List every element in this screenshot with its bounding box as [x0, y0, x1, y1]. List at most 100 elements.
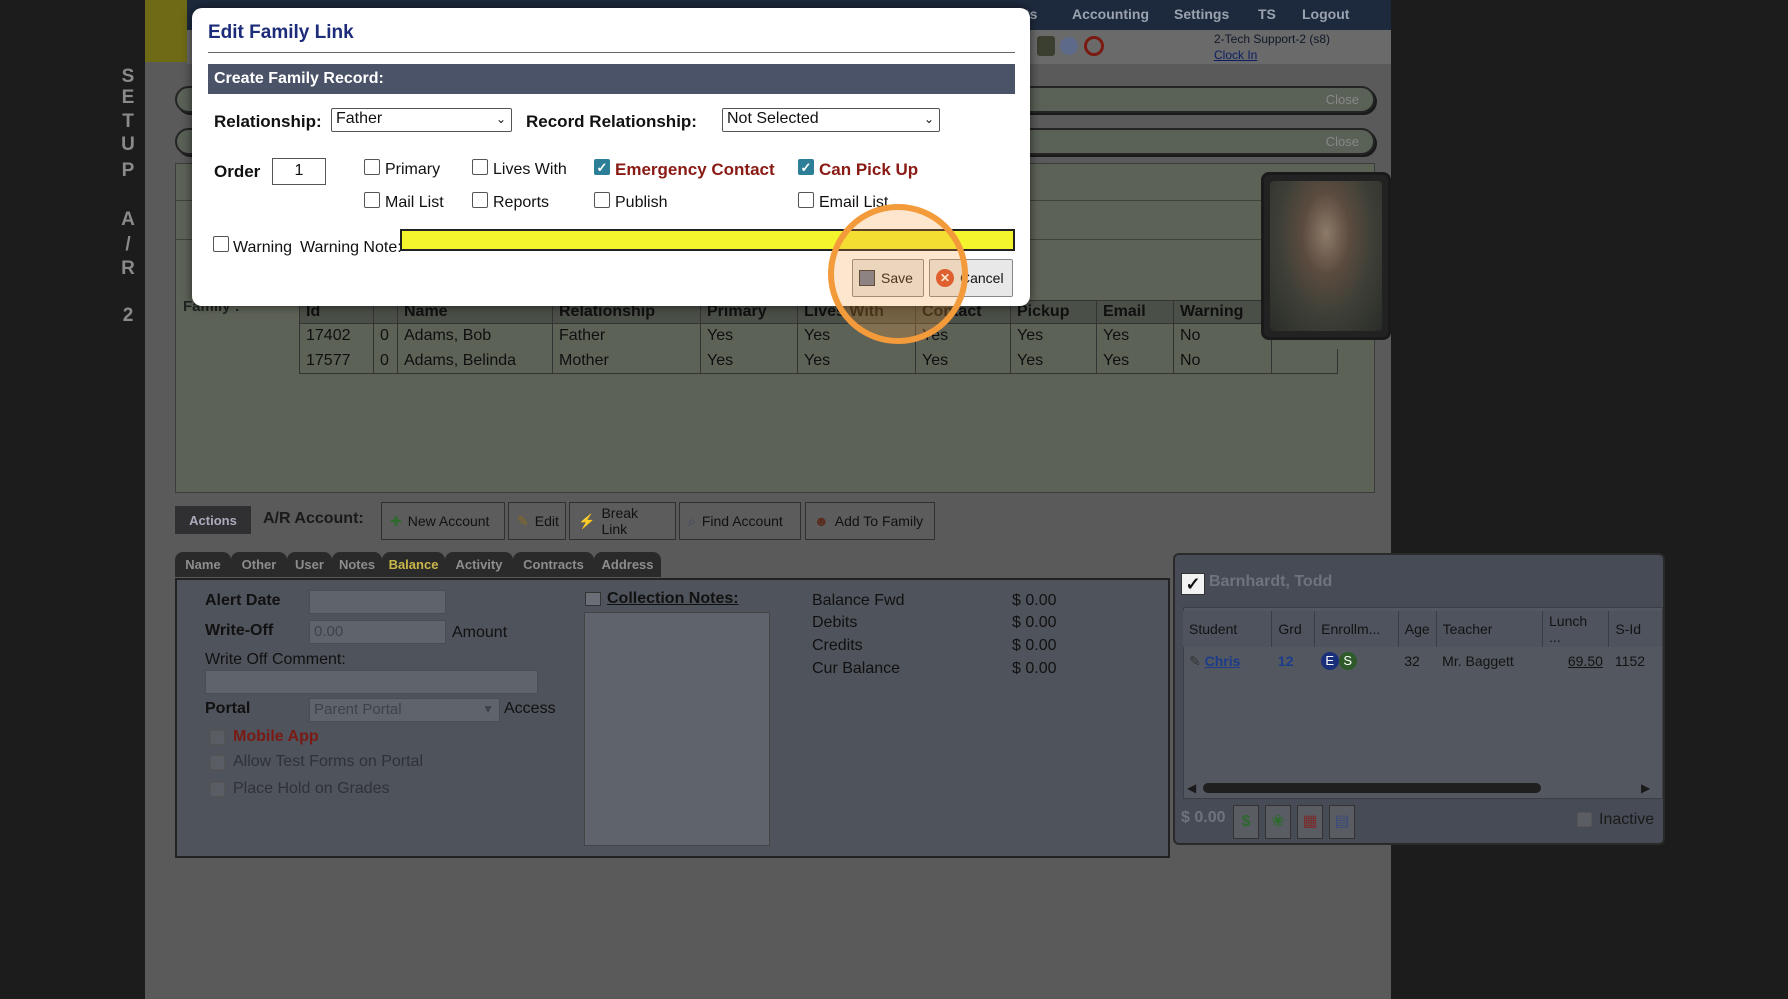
- cell-order: 0: [373, 348, 398, 374]
- collection-notes-link[interactable]: Collection Notes:: [607, 590, 739, 608]
- close-link[interactable]: Close: [1326, 92, 1359, 107]
- find-account-button[interactable]: ⌕ Find Account: [679, 502, 801, 540]
- record-relationship-value: Not Selected: [727, 110, 819, 127]
- tab-activity[interactable]: Activity: [445, 552, 513, 577]
- collection-notes-textarea[interactable]: [584, 612, 770, 846]
- tab-user[interactable]: User: [287, 552, 332, 577]
- new-account-button[interactable]: ✚ New Account: [381, 502, 505, 540]
- help-icon[interactable]: [1060, 37, 1078, 55]
- family-icon: ☻: [814, 513, 829, 529]
- vertical-letter: T: [122, 111, 134, 132]
- section-header: Create Family Record:: [208, 64, 1015, 94]
- table-row[interactable]: 17577 0 Adams, Belinda Mother Yes Yes Ye…: [299, 348, 1338, 374]
- col-grade[interactable]: Grd: [1271, 611, 1316, 647]
- table-row[interactable]: 17402 0 Adams, Bob Father Yes Yes Yes Ye…: [299, 323, 1338, 349]
- place-hold-checkbox[interactable]: [210, 782, 225, 797]
- edit-button[interactable]: ✎ Edit: [508, 502, 566, 540]
- check-icon[interactable]: ✓: [1181, 573, 1205, 595]
- add-to-family-button[interactable]: ☻ Add To Family: [805, 502, 935, 540]
- magnifier-icon: ⌕: [688, 512, 696, 529]
- actions-button[interactable]: Actions: [175, 506, 251, 534]
- cell-primary: Yes: [700, 348, 798, 374]
- email-list-checkbox[interactable]: [798, 192, 814, 208]
- nav-ts[interactable]: TS: [1258, 6, 1276, 22]
- can-pick-up-checkbox[interactable]: ✓: [798, 159, 814, 175]
- scroll-right-icon[interactable]: ▶: [1641, 781, 1650, 795]
- col-email[interactable]: Email: [1096, 300, 1174, 324]
- reports-label: Reports: [493, 194, 550, 211]
- calendar-icon[interactable]: ▦: [1297, 805, 1323, 839]
- mobile-app-label: Mobile App: [233, 728, 319, 745]
- col-teacher[interactable]: Teacher: [1436, 611, 1544, 647]
- scroll-left-icon[interactable]: ◀: [1187, 781, 1196, 795]
- mobile-app-checkbox[interactable]: [210, 730, 225, 745]
- student-table: Student Grd Enrollm... Age Teacher Lunch…: [1183, 611, 1663, 675]
- relationship-select[interactable]: Father ⌄: [331, 108, 512, 132]
- cell-lunch[interactable]: 69.50: [1543, 647, 1609, 675]
- col-enrollment[interactable]: Enrollm...: [1314, 611, 1399, 647]
- write-off-input[interactable]: 0.00: [309, 620, 446, 644]
- publish-checkbox[interactable]: [594, 192, 610, 208]
- nav-accounting[interactable]: Accounting: [1072, 6, 1149, 22]
- cell-name: Adams, Bob: [397, 323, 553, 349]
- button-label: Edit: [534, 513, 559, 529]
- vertical-letter: E: [121, 87, 135, 108]
- tab-notes[interactable]: Notes: [332, 552, 382, 577]
- cell-id: 17577: [299, 348, 374, 374]
- cell-grade: 12: [1277, 653, 1294, 669]
- write-off-comment-input[interactable]: [205, 670, 538, 694]
- emergency-contact-checkbox[interactable]: ✓: [594, 159, 610, 175]
- power-icon[interactable]: [1084, 36, 1104, 56]
- tab-contracts[interactable]: Contracts: [513, 552, 594, 577]
- enroll-s-icon: S: [1338, 652, 1357, 670]
- relationship-label: Relationship:: [214, 112, 322, 131]
- vertical-letter: /: [125, 234, 131, 255]
- horizontal-scrollbar[interactable]: [1203, 783, 1541, 793]
- student-link[interactable]: Chris: [1205, 653, 1241, 669]
- chevron-down-icon: ⌄: [923, 112, 934, 126]
- nav-logout[interactable]: Logout: [1302, 6, 1349, 22]
- col-sid[interactable]: S-Id: [1608, 611, 1663, 647]
- broken-link-icon: ⚡: [578, 512, 596, 529]
- cell-warning: No: [1173, 348, 1272, 374]
- inactive-checkbox[interactable]: [1577, 812, 1592, 827]
- mail-list-checkbox[interactable]: [364, 192, 380, 208]
- alert-date-input[interactable]: [309, 590, 446, 614]
- col-age[interactable]: Age: [1398, 611, 1437, 647]
- cell-email: Yes: [1096, 323, 1174, 349]
- tab-other[interactable]: Other: [231, 552, 287, 577]
- col-student[interactable]: Student: [1183, 611, 1273, 647]
- warning-checkbox[interactable]: [213, 236, 229, 252]
- portal-select[interactable]: Parent Portal ▼: [309, 698, 500, 722]
- lives-with-label: Lives With: [493, 161, 567, 178]
- tab-balance[interactable]: Balance: [382, 552, 445, 577]
- portal-label: Portal: [205, 700, 251, 717]
- nav-settings[interactable]: Settings: [1174, 6, 1229, 22]
- record-relationship-select[interactable]: Not Selected ⌄: [722, 108, 940, 132]
- close-link[interactable]: Close: [1326, 134, 1359, 149]
- record-relationship-label: Record Relationship:: [526, 112, 697, 131]
- col-warning[interactable]: Warning: [1173, 300, 1272, 324]
- left-vertical-bar: S E T U P A / R 2: [0, 0, 145, 999]
- allow-test-forms-checkbox[interactable]: [210, 755, 225, 770]
- edit-pencil-icon[interactable]: ✎: [1189, 653, 1201, 669]
- photo-image: [1270, 181, 1382, 331]
- vertical-letter: R: [121, 258, 135, 279]
- break-link-button[interactable]: ⚡ Break Link: [569, 502, 676, 540]
- clock-in-link[interactable]: Clock In: [1214, 48, 1257, 62]
- col-lunch[interactable]: Lunch ...: [1542, 611, 1610, 647]
- table-row[interactable]: ✎ Chris 12 ES 32 Mr. Baggett 69.50 1152: [1183, 647, 1663, 675]
- dollar-icon[interactable]: $: [1233, 805, 1259, 839]
- order-input[interactable]: 1: [272, 158, 326, 185]
- cell-pickup: Yes: [1010, 323, 1097, 349]
- reports-checkbox[interactable]: [472, 192, 488, 208]
- primary-checkbox[interactable]: [364, 159, 380, 175]
- shield-icon[interactable]: [1037, 36, 1055, 56]
- lives-with-checkbox[interactable]: [472, 159, 488, 175]
- tab-address[interactable]: Address: [594, 552, 661, 577]
- summary-label: Balance Fwd: [812, 592, 905, 609]
- money-bag-icon[interactable]: ❀: [1265, 805, 1291, 839]
- summary-value: $ 0.00: [1012, 637, 1057, 654]
- tab-name[interactable]: Name: [175, 552, 231, 577]
- grid-icon[interactable]: ▤: [1329, 805, 1355, 839]
